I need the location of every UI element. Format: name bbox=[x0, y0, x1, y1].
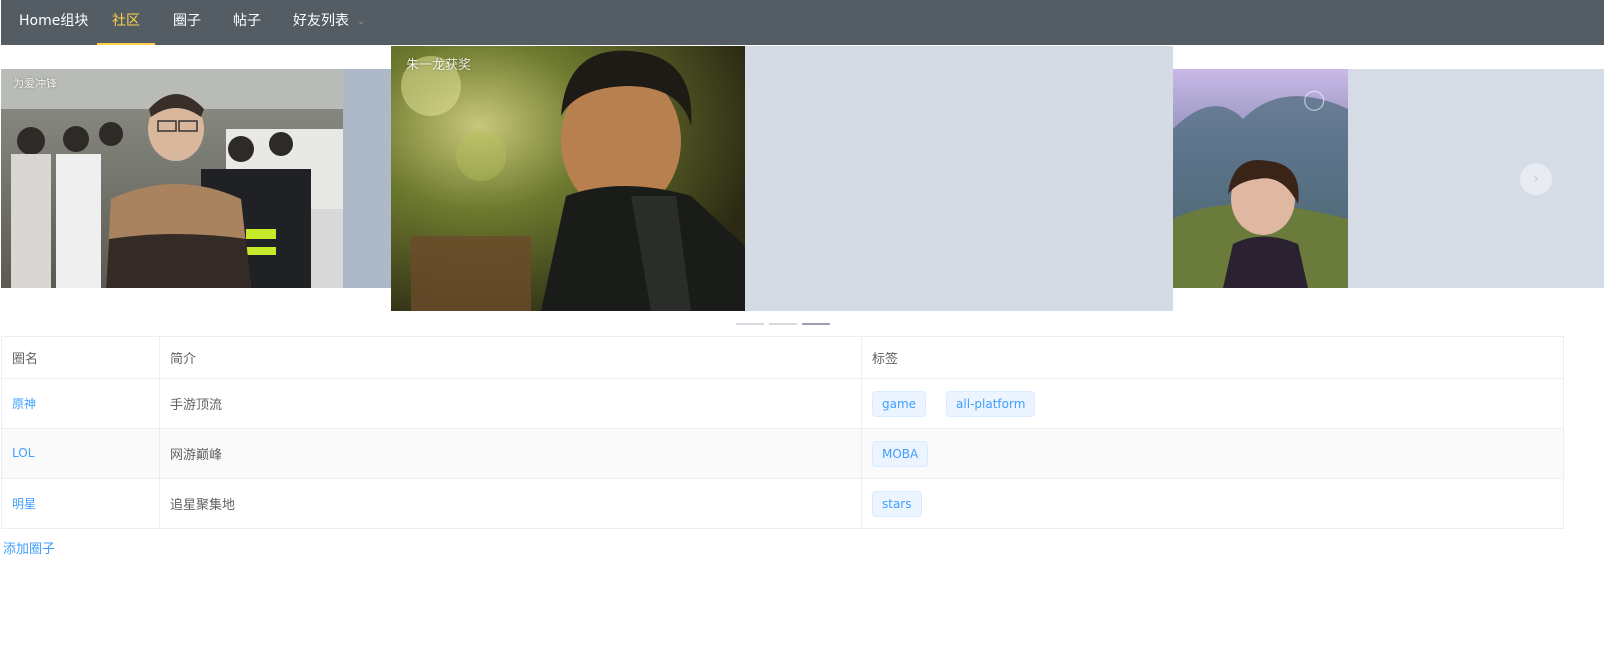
column-header-name: 圈名 bbox=[1, 336, 160, 379]
table-row: LOL 网游巅峰 MOBA bbox=[1, 428, 1564, 479]
cell-intro: 手游顶流 bbox=[159, 378, 862, 429]
cell-tags: game all-platform bbox=[861, 378, 1564, 429]
image-carousel: 为爱冲锋 ◯ 朱一龙获奖 › bbox=[1, 46, 1604, 335]
slide-photo-portrait bbox=[391, 46, 745, 311]
table-row: 明星 追星聚集地 stars bbox=[1, 478, 1564, 529]
carousel-indicator-2[interactable] bbox=[769, 323, 797, 325]
cell-intro: 追星聚集地 bbox=[159, 478, 862, 529]
circle-link[interactable]: 明星 bbox=[12, 497, 36, 511]
tag: stars bbox=[872, 490, 922, 517]
slide-caption-left: 为爱冲锋 bbox=[13, 77, 57, 90]
chevron-right-icon: › bbox=[1533, 171, 1539, 187]
chevron-down-icon: ⌄ bbox=[357, 16, 366, 27]
nav-item-posts[interactable]: 帖子 bbox=[233, 0, 261, 45]
cell-name: LOL bbox=[1, 428, 160, 479]
cell-name: 明星 bbox=[1, 478, 160, 529]
circle-link[interactable]: 原神 bbox=[12, 397, 36, 411]
carousel-slide-active[interactable]: 朱一龙获奖 bbox=[391, 46, 1173, 311]
tag: MOBA bbox=[872, 440, 929, 467]
top-nav: Home组块 社区 圈子 帖子 好友列表 ⌄ bbox=[1, 0, 1604, 45]
cell-intro: 网游巅峰 bbox=[159, 428, 862, 479]
nav-item-home[interactable]: Home组块 bbox=[18, 0, 89, 45]
circle-link[interactable]: LOL bbox=[12, 446, 34, 460]
weibo-logo-icon: ◯ bbox=[1303, 87, 1326, 111]
nav-item-friends-label: 好友列表 bbox=[293, 13, 349, 29]
slide-photo-crowd bbox=[1, 69, 343, 288]
cell-tags: stars bbox=[861, 478, 1564, 529]
carousel-next-button[interactable]: › bbox=[1520, 163, 1552, 195]
nav-item-community[interactable]: 社区 bbox=[97, 0, 155, 45]
cell-name: 原神 bbox=[1, 378, 160, 429]
carousel-indicator-1[interactable] bbox=[736, 323, 764, 325]
nav-item-friends[interactable]: 好友列表 ⌄ bbox=[293, 0, 365, 45]
slide-caption-active: 朱一龙获奖 bbox=[406, 58, 472, 73]
tag: all-platform bbox=[946, 390, 1036, 417]
nav-item-circles[interactable]: 圈子 bbox=[173, 0, 201, 45]
column-header-tags: 标签 bbox=[861, 336, 1564, 379]
circles-table: 圈名 简介 标签 原神 手游顶流 game all-platform LOL 网游… bbox=[1, 336, 1564, 529]
table-header-row: 圈名 简介 标签 bbox=[1, 336, 1564, 379]
cell-tags: MOBA bbox=[861, 428, 1564, 479]
add-circle-link[interactable]: 添加圈子 bbox=[3, 538, 55, 557]
column-header-intro: 简介 bbox=[159, 336, 862, 379]
tag: game bbox=[872, 390, 927, 417]
table-row: 原神 手游顶流 game all-platform bbox=[1, 378, 1564, 429]
carousel-indicator-3[interactable] bbox=[802, 323, 830, 325]
